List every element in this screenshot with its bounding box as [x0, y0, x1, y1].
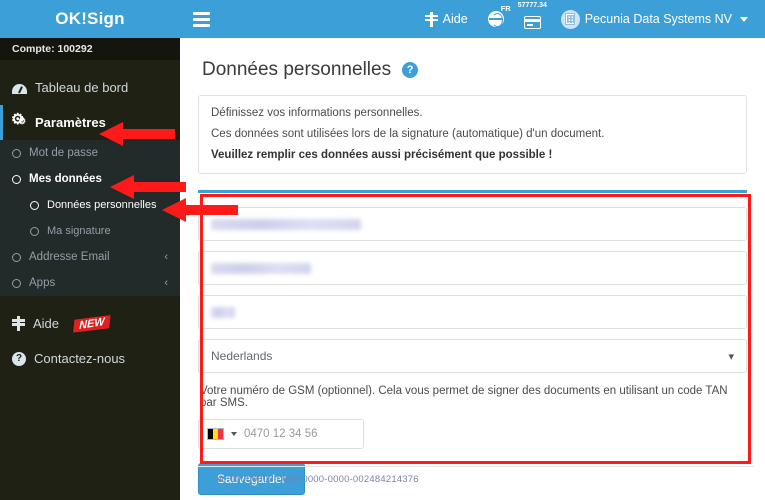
sidebar-item-label: Mes données	[29, 173, 102, 185]
footer-id: bt_00000000-0000-0000-0000-002484214376	[216, 474, 419, 485]
info-line-3: Veuillez remplir ces données aussi préci…	[211, 149, 553, 161]
sidebar: Compte: 100292 Tableau de bord Paramètre…	[0, 38, 180, 500]
circle-icon	[12, 148, 21, 158]
sidebar-item-label: Aide	[33, 316, 60, 331]
hamburger-line	[192, 11, 210, 15]
dashboard-icon	[12, 82, 27, 94]
phone-field[interactable]: 0470 12 34 56	[198, 419, 364, 449]
help-button[interactable]: Aide	[416, 0, 477, 38]
circle-icon	[12, 278, 21, 288]
credits-amount: 57777.34	[517, 2, 547, 9]
annotation-arrow-personal-data	[160, 196, 240, 224]
hamburger-icon[interactable]	[180, 0, 222, 38]
signpost-icon	[424, 11, 438, 27]
redacted-value	[211, 262, 311, 274]
hamburger-line	[192, 17, 210, 21]
top-bar: OK!Sign Aide FR 57777.34 Pecunia Data Sy…	[0, 0, 765, 38]
sidebar-item-label: Mot de passe	[29, 147, 99, 159]
sidebar-item-contact[interactable]: ? Contactez-nous	[0, 341, 180, 376]
chevron-down-icon	[740, 16, 748, 22]
settings-submenu: Mot de passe Mes données Données personn…	[0, 140, 180, 296]
redacted-value	[211, 306, 235, 318]
section-divider	[198, 190, 747, 193]
annotation-arrow-settings	[97, 120, 177, 148]
language-select-value: Nederlands	[211, 349, 273, 363]
sidebar-item-label: Apps	[29, 277, 56, 289]
flag-belgium-icon	[207, 428, 224, 440]
chevron-left-icon: ‹	[164, 251, 168, 263]
hamburger-line	[192, 23, 210, 27]
chevron-down-icon[interactable]	[231, 432, 237, 436]
page-title: Données personnelles ?	[202, 59, 747, 81]
sidebar-item-dashboard[interactable]: Tableau de bord	[0, 70, 180, 105]
account-label: Compte: 100292	[0, 38, 180, 60]
top-bar-actions: Aide FR 57777.34 Pecunia Data Systems NV	[416, 0, 765, 38]
sidebar-item-label: Tableau de bord	[35, 80, 129, 95]
circle-icon	[30, 200, 39, 210]
city-field[interactable]	[198, 295, 747, 329]
name-field[interactable]	[198, 207, 747, 241]
chevron-left-icon: ‹	[164, 277, 168, 289]
personal-data-form: Nederlands ▾ Votre numéro de GSM (option…	[198, 199, 747, 495]
circle-icon	[12, 252, 21, 262]
circle-icon	[12, 174, 21, 184]
gsm-note: Votre numéro de GSM (optionnel). Cela vo…	[200, 385, 728, 409]
circle-icon	[30, 226, 39, 236]
sidebar-item-help[interactable]: Aide NEW	[0, 306, 180, 341]
sidebar-item-label: Ma signature	[47, 225, 111, 237]
info-line-2: Ces données sont utilisées lors de la si…	[211, 128, 605, 140]
chevron-down-icon: ▾	[728, 350, 734, 363]
building-icon	[560, 9, 580, 29]
language-code: FR	[500, 4, 511, 13]
signpost-icon	[12, 316, 25, 331]
info-line-1: Définissez vos informations personnelles…	[211, 107, 423, 119]
language-selector[interactable]: FR	[479, 0, 513, 38]
page-title-text: Données personnelles	[202, 59, 392, 80]
sidebar-item-label: Addresse Email	[29, 251, 110, 263]
address-field[interactable]	[198, 251, 747, 285]
main-content: Données personnelles ? Définissez vos in…	[180, 38, 765, 500]
sidebar-item-email-address[interactable]: Addresse Email ‹	[0, 244, 180, 270]
gear-icon	[11, 112, 27, 130]
app-logo[interactable]: OK!Sign	[0, 0, 180, 38]
help-label: Aide	[442, 12, 468, 26]
credit-card-icon	[523, 16, 541, 29]
sidebar-item-label: Paramètres	[35, 115, 106, 130]
sidebar-item-label: Contactez-nous	[34, 351, 126, 366]
globe-icon	[487, 11, 504, 27]
company-menu[interactable]: Pecunia Data Systems NV	[552, 0, 757, 38]
footer-divider	[198, 466, 754, 467]
phone-placeholder: 0470 12 34 56	[244, 428, 318, 440]
app-root: OK!Sign Aide FR 57777.34 Pecunia Data Sy…	[0, 0, 765, 500]
company-name: Pecunia Data Systems NV	[584, 12, 732, 26]
sidebar-item-my-signature[interactable]: Ma signature	[0, 218, 180, 244]
help-icon[interactable]: ?	[402, 62, 419, 78]
sidebar-item-apps[interactable]: Apps ‹	[0, 270, 180, 296]
info-panel: Définissez vos informations personnelles…	[198, 95, 747, 174]
question-mark-icon: ?	[12, 351, 26, 366]
language-select[interactable]: Nederlands ▾	[198, 339, 747, 373]
credits-button[interactable]: 57777.34	[515, 0, 550, 38]
new-badge: NEW	[73, 313, 110, 333]
